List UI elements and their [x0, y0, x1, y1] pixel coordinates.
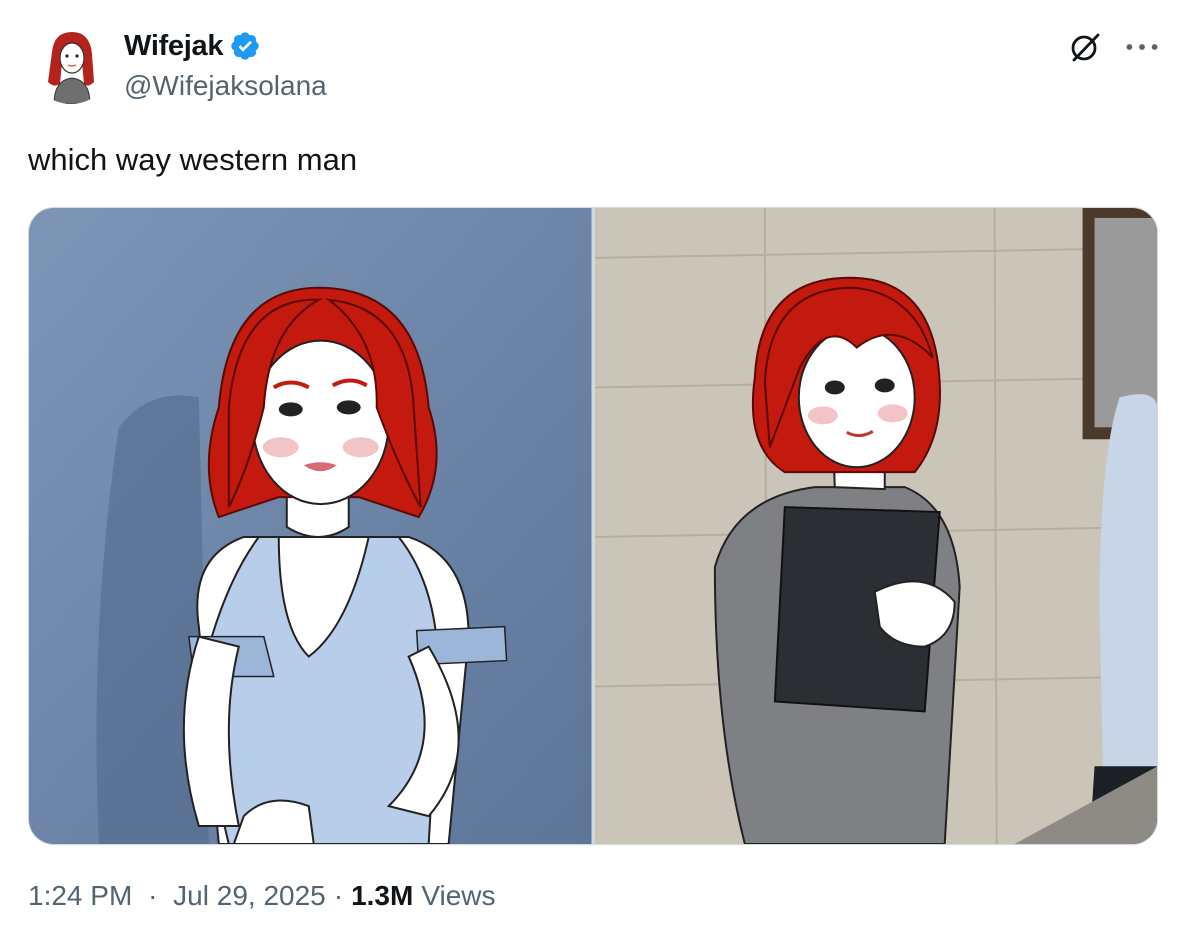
meta-separator: · [148, 880, 158, 911]
grok-icon [1071, 33, 1100, 62]
tweet-meta: 1:24 PM · Jul 29, 2025 · 1.3M Views [28, 880, 496, 912]
tweet-text: which way western man [28, 142, 358, 177]
image-right-illustration [594, 208, 1157, 844]
avatar[interactable] [30, 22, 112, 104]
author-handle[interactable]: @Wifejaksolana [124, 70, 327, 102]
tweet-date: Jul 29, 2025 [173, 880, 326, 911]
grok-button[interactable] [1066, 28, 1104, 66]
tweet-time: 1:24 PM [28, 880, 133, 911]
verified-badge-icon[interactable] [229, 30, 261, 62]
media-grid [28, 207, 1158, 845]
media-image-right[interactable] [594, 208, 1157, 844]
image-left-illustration [29, 208, 592, 844]
media-image-left[interactable] [29, 208, 592, 844]
author-name-row[interactable]: Wifejak [124, 28, 261, 64]
views-label: Views [421, 880, 496, 911]
display-name[interactable]: Wifejak [124, 30, 223, 63]
more-dots-icon [1126, 44, 1158, 50]
tweet-card: Wifejak @Wifejaksolana which way western… [0, 0, 1188, 952]
tweet-timestamp[interactable]: 1:24 PM · Jul 29, 2025 [28, 880, 326, 912]
meta-separator: · [333, 880, 344, 911]
views-count[interactable]: 1.3M [351, 880, 413, 912]
avatar-illustration [30, 22, 112, 104]
more-options-button[interactable] [1120, 28, 1164, 66]
